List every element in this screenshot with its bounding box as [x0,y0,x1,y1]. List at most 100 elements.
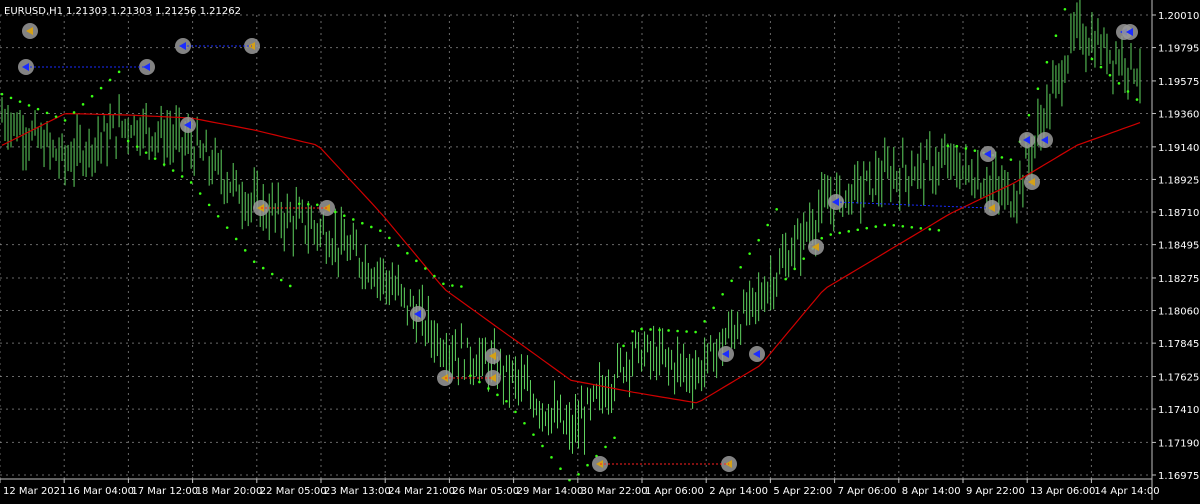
psar-dot [1090,57,1094,61]
trade-marker-icon[interactable] [749,346,765,362]
price-tick-label: 1.17190 [1158,438,1199,449]
time-tick-label: 1 Apr 06:00 [645,486,704,497]
psar-dot [379,229,382,233]
psar-dot [370,225,373,229]
psar-dot [1000,156,1004,159]
psar-dot [388,236,391,240]
trade-marker-icon[interactable] [1019,132,1035,148]
time-tick-label: 2 Apr 14:00 [709,486,768,497]
psar-dot [189,181,193,184]
psar-dot [1036,87,1040,90]
trade-marker-icon[interactable] [1024,174,1040,190]
psar-dot [442,282,445,286]
psar-dot [478,380,481,384]
psar-dot [424,267,427,270]
psar-dot [1117,82,1121,85]
psar-dot [315,203,319,207]
psar-dot [901,225,905,228]
psar-dot [343,214,346,218]
psar-dot [523,421,526,425]
trade-marker-icon[interactable] [984,200,1000,216]
trade-marker-icon[interactable] [22,23,38,39]
psar-dot [397,244,400,247]
time-tick-label: 23 Mar 13:00 [324,486,391,497]
symbol-label: EURUSD,H1 [4,6,63,17]
psar-dot [847,230,851,233]
psar-dot [559,467,562,471]
psar-dot [541,444,544,448]
trade-marker-icon[interactable] [808,239,824,255]
time-tick-label: 5 Apr 22:00 [773,486,832,497]
price-chart[interactable]: 1.20010 1.19795 1.19575 1.19360 1.19140 1.189… [0,0,1200,500]
psar-dot [712,306,715,310]
trade-marker-icon[interactable] [718,346,734,362]
time-tick-label: 14 Apr 14:00 [1094,486,1159,497]
psar-dot [856,228,860,232]
psar-dot [460,285,463,288]
psar-dot [496,393,499,397]
price-tick-label: 1.19575 [1158,77,1199,88]
price-tick-label: 1.18275 [1158,274,1199,285]
psar-dot [279,278,283,282]
price-tick-label: 1.18925 [1158,175,1199,186]
psar-dot [784,277,787,281]
psar-dot [252,260,256,264]
psar-dot [946,144,950,148]
psar-dot [1027,113,1031,117]
psar-dot [306,202,310,206]
trade-marker-icon[interactable] [1037,132,1053,148]
trade-marker-icon[interactable] [1122,24,1138,40]
chart-window[interactable]: 1.20010 1.19795 1.19575 1.19360 1.19140 1.189… [0,0,1200,500]
psar-dot [153,157,157,160]
psar-dot [1054,34,1058,38]
psar-dot [288,284,292,288]
time-tick-label: 12 Mar 2021 [3,486,66,497]
trade-marker-icon[interactable] [180,117,196,133]
time-tick-label: 22 Mar 05:00 [260,486,327,497]
psar-dot [99,86,103,90]
psar-dot [676,329,679,333]
psar-dot [649,328,652,331]
psar-dot [910,226,914,229]
psar-dot [0,92,4,96]
psar-dot [361,221,364,225]
psar-dot [9,96,13,100]
psar-dot [514,410,517,414]
time-tick-label: 13 Apr 06:00 [1030,486,1095,497]
price-tick-label: 1.18710 [1158,208,1199,219]
psar-dot [54,115,58,118]
time-tick-label: 7 Apr 06:00 [838,486,897,497]
time-tick-label: 8 Apr 14:00 [902,486,961,497]
price-axis: 1.20010 1.19795 1.19575 1.19360 1.19140 1.189… [1152,11,1199,482]
psar-dot [874,225,878,228]
psar-dot [802,257,806,260]
trade-marker-icon[interactable] [485,348,501,364]
psar-dot [1063,7,1067,11]
psar-dot [919,227,923,230]
psar-dot [406,251,409,255]
ohlc-label: 1.21303 1.21303 1.21256 1.21262 [66,6,241,17]
psar-dot [604,445,607,449]
psar-dot [451,284,454,287]
psar-dot [117,70,121,74]
psar-dot [81,103,85,106]
psar-dot [297,202,301,206]
psar-dot [433,274,436,278]
trade-marker-icon[interactable] [410,306,426,322]
psar-dot [234,237,238,241]
psar-dot [829,233,833,236]
psar-dot [667,329,670,332]
psar-dot [225,226,229,229]
trade-marker-icon[interactable] [980,146,996,162]
psar-dot [144,151,148,154]
psar-dot [415,259,418,263]
psar-dot [90,94,94,98]
psar-dot [694,330,697,334]
psar-dot [622,344,625,348]
time-tick-label: 24 Mar 21:00 [388,486,455,497]
psar-dot [72,111,76,114]
psar-dot [216,214,220,218]
psar-dot [613,436,616,440]
psar-dot [973,149,977,152]
price-tick-label: 1.19795 [1158,44,1199,55]
